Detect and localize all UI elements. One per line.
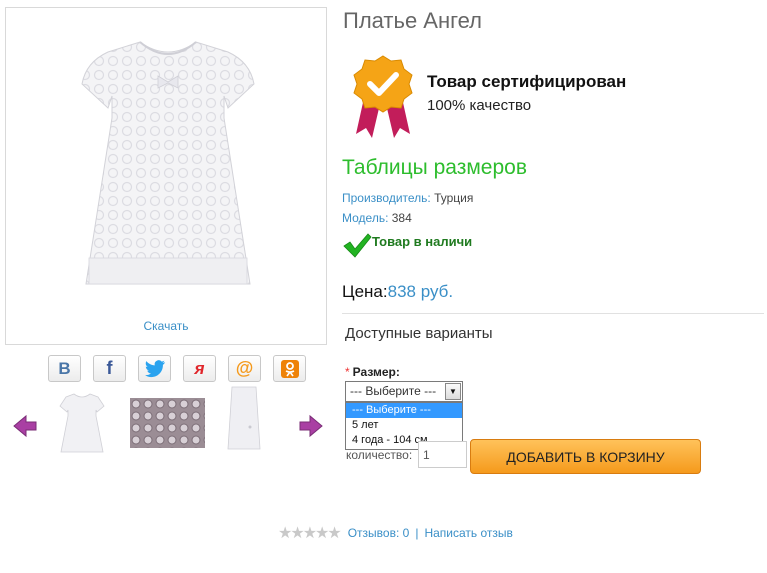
model-spec: Модель: 384 [342, 211, 412, 225]
in-stock-check-icon [343, 233, 372, 258]
price-value: 838 руб. [387, 282, 454, 301]
thumbnail-dress-side[interactable] [226, 385, 266, 455]
vk-share-button[interactable]: B [48, 355, 81, 382]
certified-badge-icon [353, 55, 413, 138]
yaru-share-button[interactable]: я [183, 355, 216, 382]
manufacturer-value: Турция [430, 191, 474, 205]
size-label: * Размер: [345, 365, 400, 379]
product-title: Платье Ангел [343, 8, 482, 33]
model-key: Модель: [342, 211, 389, 225]
certificate-title: Товар сертифицирован [427, 72, 627, 91]
next-image-arrow-icon[interactable] [298, 414, 324, 438]
previous-image-arrow-icon[interactable] [12, 414, 38, 438]
price-label: Цена: [342, 282, 388, 301]
size-option[interactable]: --- Выберите --- [346, 403, 462, 418]
download-link[interactable]: Скачать [6, 319, 326, 333]
rating-stars-icon: ★★★★★ [278, 525, 342, 542]
mailru-icon: @ [235, 358, 254, 378]
certificate-subtitle: 100% качество [427, 97, 532, 114]
required-star: * [345, 365, 350, 379]
main-product-image-box[interactable]: Скачать [5, 7, 327, 345]
size-option[interactable]: 5 лет [346, 418, 462, 433]
odnoklassniki-share-button[interactable] [273, 355, 306, 382]
write-review-link[interactable]: Написать отзыв [424, 526, 512, 540]
thumbnail-dress-front[interactable] [58, 390, 106, 456]
facebook-icon: f [106, 358, 113, 378]
price: Цена:838 руб. [342, 282, 453, 302]
available-variants-title: Доступные варианты [345, 325, 493, 342]
reviews-count-link[interactable]: Отзывов: 0 [348, 526, 410, 540]
stock-status: Товар в наличи [372, 234, 473, 249]
quantity-label: количество: [346, 448, 413, 462]
twitter-icon [144, 359, 165, 377]
twitter-share-button[interactable] [138, 355, 171, 382]
size-select-value: --- Выберите --- [350, 384, 437, 398]
divider [342, 313, 764, 314]
yaru-icon: я [194, 358, 205, 378]
size-select[interactable]: --- Выберите --- ▼ [345, 381, 463, 402]
separator: | [415, 526, 419, 540]
size-label-text: Размер: [352, 365, 400, 379]
quantity-input[interactable] [418, 441, 467, 468]
add-to-cart-button[interactable]: ДОБАВИТЬ В КОРЗИНУ [470, 439, 701, 474]
mailru-share-button[interactable]: @ [228, 355, 261, 382]
vk-icon: B [58, 358, 71, 378]
dress-image [81, 41, 255, 285]
thumbnail-lace-detail[interactable] [130, 398, 205, 448]
facebook-share-button[interactable]: f [93, 355, 126, 382]
share-buttons: B f я @ [48, 355, 306, 382]
size-tables-link[interactable]: Таблицы размеров [342, 156, 527, 180]
model-value: 384 [388, 211, 412, 225]
manufacturer-key: Производитель: [342, 191, 431, 205]
rating-row: ★★★★★ Отзывов: 0 | Написать отзыв [278, 523, 513, 543]
manufacturer-spec: Производитель: Турция [342, 191, 473, 205]
odnoklassniki-icon [280, 359, 299, 378]
chevron-down-icon[interactable]: ▼ [445, 383, 461, 400]
